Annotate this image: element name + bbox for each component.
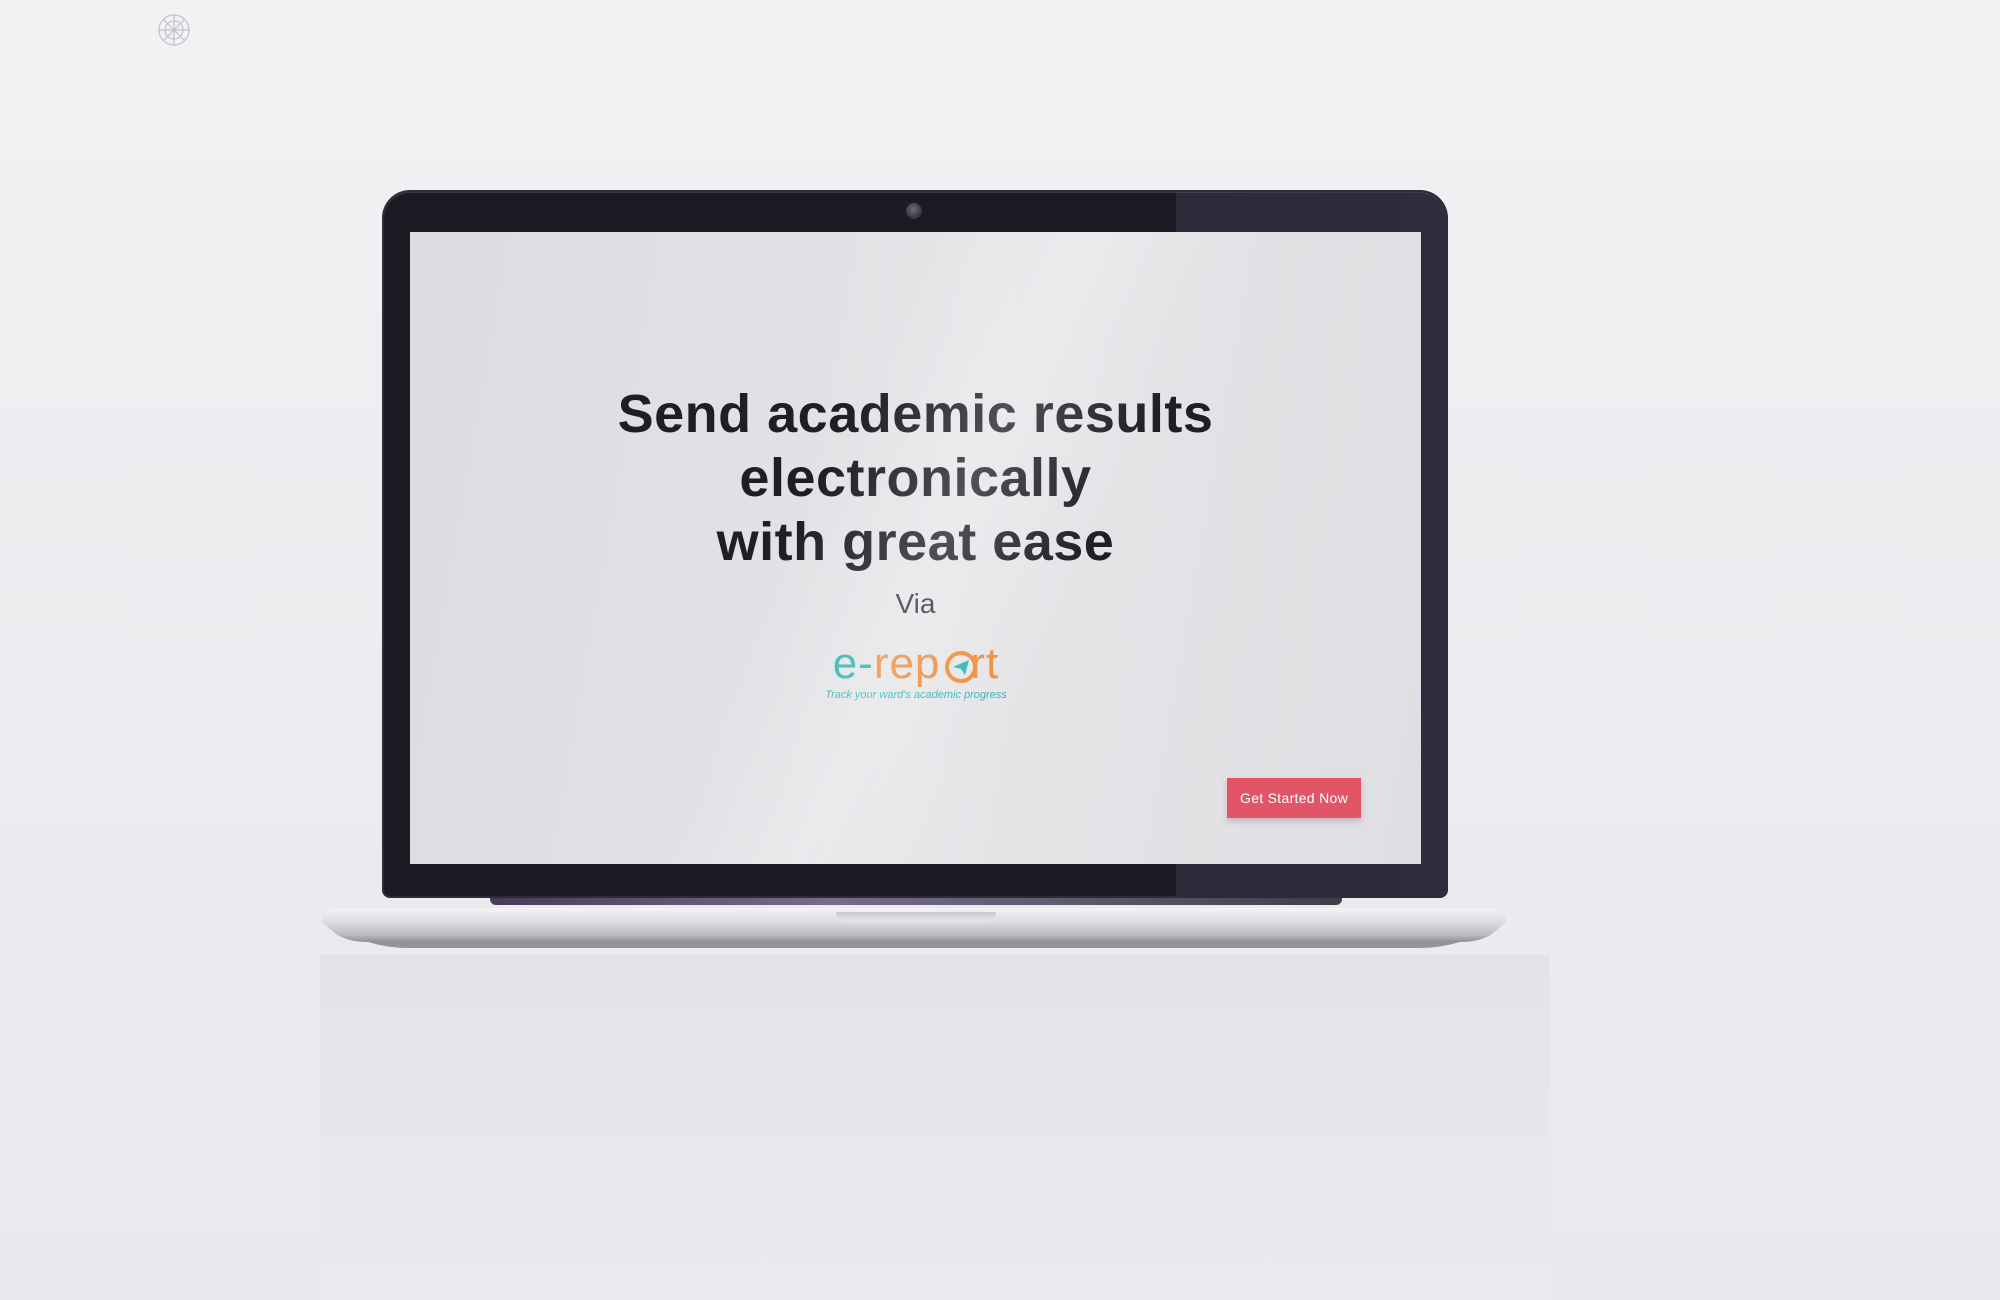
headline-line-2: electronically xyxy=(739,448,1092,508)
keyboard-edge xyxy=(490,895,1342,905)
get-started-button[interactable]: Get Started Now xyxy=(1227,778,1361,818)
via-label: Via xyxy=(895,588,936,619)
e-report-logo: e-rep rt Track your ward's academic progr… xyxy=(805,642,1027,704)
paper-plane-icon xyxy=(945,651,977,683)
headline-line-1: Send academic results xyxy=(617,384,1214,444)
logo-word-prefix: e- xyxy=(832,639,874,688)
trackpad-notch xyxy=(836,912,996,922)
laptop-screen: Send academic results electronically wit… xyxy=(410,232,1421,864)
hero-headline: Send academic results electronically wit… xyxy=(410,382,1421,574)
logo-wordmark: e-rep rt xyxy=(805,642,1027,686)
laptop-mockup: Send academic results electronically wit… xyxy=(0,0,2000,1300)
logo-tagline: Track your ward's academic progress xyxy=(825,689,1007,701)
logo-word-body: rep xyxy=(873,639,941,688)
webcam-icon xyxy=(906,203,922,219)
headline-line-3: with great ease xyxy=(716,512,1115,572)
